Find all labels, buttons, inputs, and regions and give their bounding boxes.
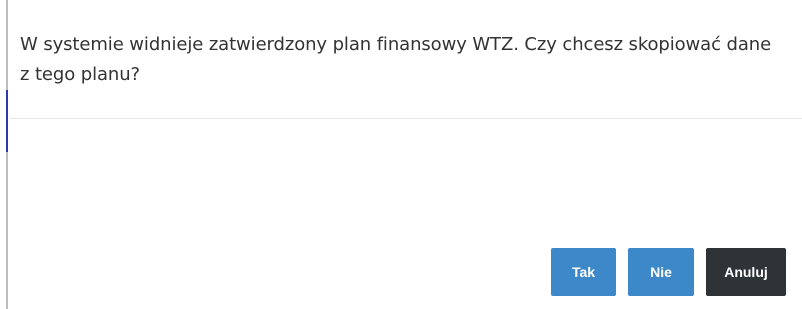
dialog-footer: Tak Nie Anuluj xyxy=(551,248,786,296)
dialog-message: W systemie widnieje zatwierdzony plan fi… xyxy=(20,34,772,85)
cancel-button[interactable]: Anuluj xyxy=(706,248,786,296)
page-edge-border xyxy=(6,0,8,309)
no-button[interactable]: Nie xyxy=(628,248,694,296)
yes-button[interactable]: Tak xyxy=(551,248,616,296)
dialog-divider xyxy=(10,118,802,119)
page-edge-accent xyxy=(6,90,8,152)
